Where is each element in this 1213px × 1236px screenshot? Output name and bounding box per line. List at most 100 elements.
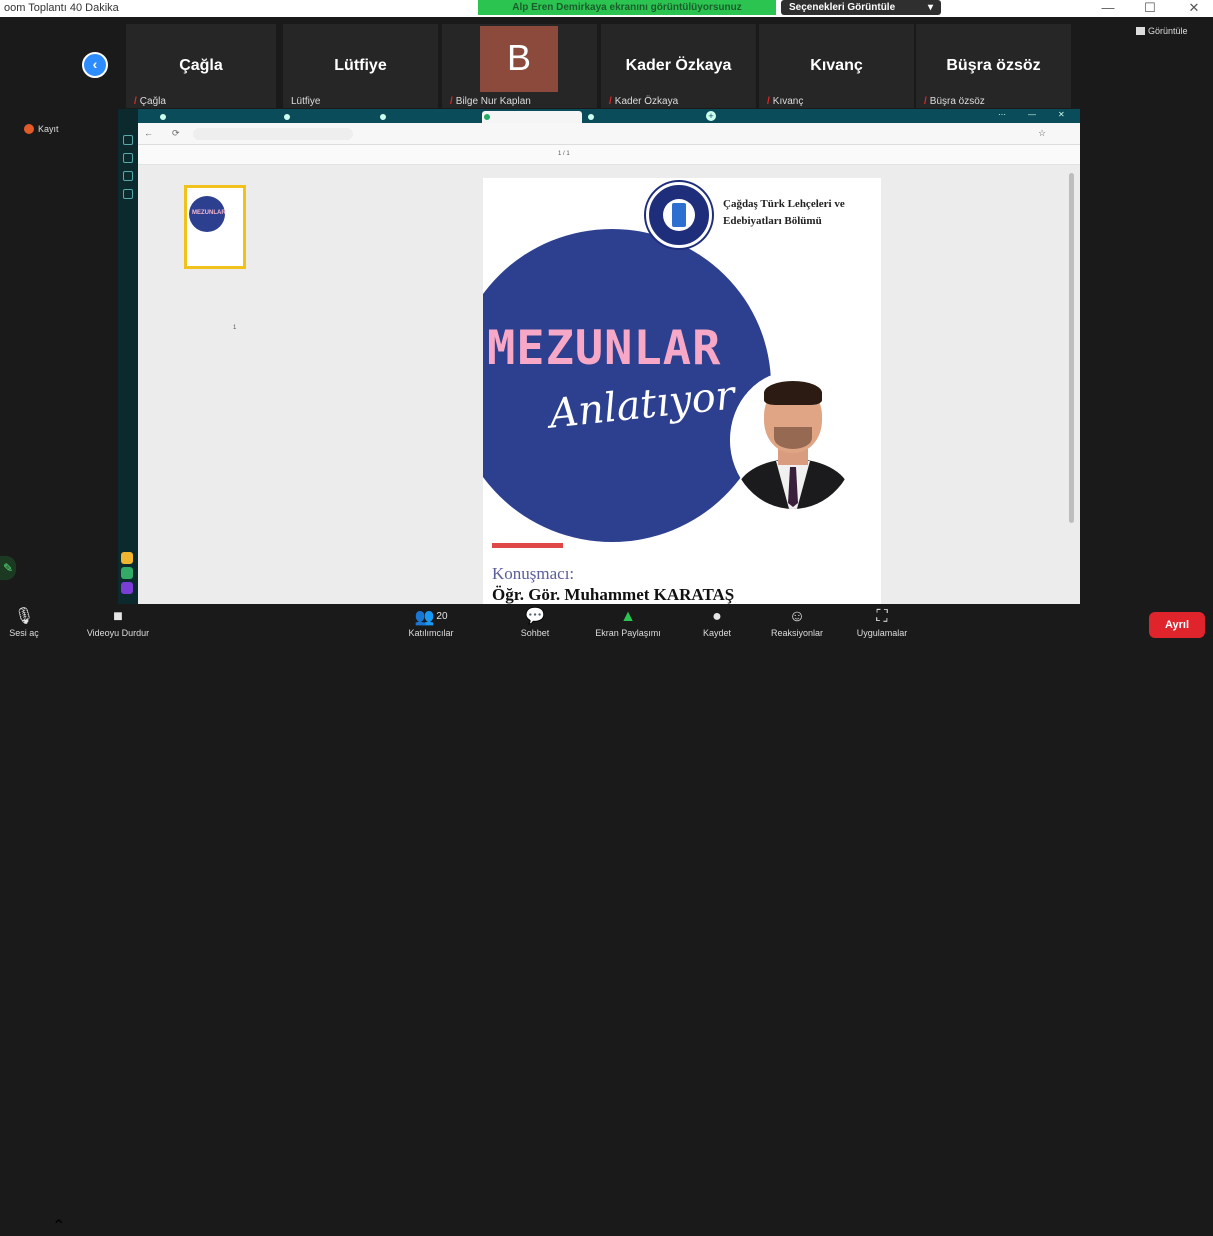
department-name: Çağdaş Türk Lehçeleri ve Edebiyatları Bö…	[723, 198, 845, 227]
pdf-thumbnail-pane: MEZUNLAR 1	[138, 165, 288, 604]
apps-icon: ⛶	[876, 608, 888, 625]
pdf-page: Çağdaş Türk Lehçeleri ve Edebiyatları Bö…	[483, 178, 881, 604]
sidebar-icon[interactable]	[123, 135, 133, 145]
record-button[interactable]: ● Kaydet	[690, 606, 744, 638]
apps-button[interactable]: ⛶ Uygulamalar	[842, 606, 922, 638]
participant-tile[interactable]: Kıvanç / Kıvanç	[759, 24, 914, 108]
participant-name: Çağla	[179, 57, 223, 74]
stop-video-label: Videoyu Durdur	[86, 628, 150, 638]
browser-minimize-button[interactable]: —	[1028, 110, 1036, 119]
pdf-thumbnail[interactable]: MEZUNLAR	[184, 185, 246, 269]
participant-name: Kıvanç	[810, 57, 863, 74]
previous-page-button[interactable]: ‹	[82, 52, 108, 78]
participant-tile[interactable]: Çağla / Çağla	[126, 24, 276, 108]
gallery-view-button[interactable]: Görüntüle	[1136, 26, 1188, 36]
audio-options-caret[interactable]: ⌃	[52, 1216, 65, 1236]
participant-name: Lütfiye	[334, 57, 387, 74]
participants-button[interactable]: 👥 20 Katılımcılar	[396, 606, 466, 638]
speaker-name: Öğr. Gör. Muhammet KARATAŞ	[492, 585, 735, 604]
tab-favicon	[160, 114, 166, 120]
participant-tile[interactable]: Lütfiye Lütfiye	[283, 24, 438, 108]
close-button[interactable]: ✕	[1184, 0, 1204, 16]
meeting-toolbar: 🎙 Sesi aç ⌃ ■ Videoyu Durdur 👥 20 Katılım…	[0, 604, 1213, 1235]
record-icon: ●	[712, 608, 722, 625]
screen-share-banner: Alp Eren Demirkaya ekranını görüntülüyor…	[478, 0, 776, 15]
browser-close-button[interactable]: ✕	[1058, 110, 1065, 119]
share-screen-icon: ▲	[620, 608, 636, 625]
stop-video-button[interactable]: ■ Videoyu Durdur	[72, 606, 164, 638]
video-camera-icon: ■	[113, 608, 123, 625]
reactions-button[interactable]: ☺ Reaksiyonlar	[758, 606, 836, 638]
divider	[492, 543, 563, 548]
browser-menu-button[interactable]: ⋯	[998, 110, 1006, 119]
participant-label: / Büşra özsöz	[924, 96, 985, 107]
pdf-page-indicator[interactable]: 1 / 1	[558, 151, 570, 157]
minimize-button[interactable]: —	[1098, 0, 1118, 15]
browser-tab[interactable]	[586, 111, 696, 123]
mic-muted-icon: /	[450, 96, 453, 107]
reaction-smiley-icon: ☺	[788, 608, 806, 625]
participant-label: / Kader Özkaya	[609, 96, 679, 107]
participant-tile[interactable]: Kader Özkaya / Kader Özkaya	[601, 24, 756, 108]
apps-label: Uygulamalar	[856, 628, 908, 638]
participant-name: Büşra özsöz	[946, 57, 1041, 74]
unmute-label: Sesi aç	[9, 628, 39, 638]
poster-headline: MEZUNLAR	[487, 321, 722, 376]
speaker-label: Konuşmacı:	[492, 564, 575, 583]
university-logo	[646, 182, 712, 248]
sidebar-icon[interactable]	[123, 189, 133, 199]
record-label: Kaydet	[702, 628, 732, 638]
browser-tab[interactable]	[282, 111, 374, 123]
reactions-label: Reaksiyonlar	[770, 628, 824, 638]
tab-favicon	[380, 114, 386, 120]
browser-sidebar	[118, 109, 138, 604]
participant-count: 20	[436, 611, 448, 622]
scrollbar[interactable]	[1069, 173, 1074, 523]
url-input[interactable]	[193, 128, 353, 140]
unmute-button[interactable]: 🎙 Sesi aç	[0, 606, 48, 638]
app-icon[interactable]	[121, 567, 133, 579]
speaker-photo	[730, 371, 856, 509]
new-tab-button[interactable]: +	[706, 111, 716, 121]
participant-label: / Bilge Nur Kaplan	[450, 96, 531, 107]
annotate-pen-icon[interactable]: ✎	[0, 556, 16, 580]
participant-label: / Kıvanç	[767, 96, 804, 107]
browser-tab-bar: + ⋯ — ✕	[138, 109, 1080, 123]
reload-icon[interactable]: ⟳	[172, 128, 180, 139]
browser-tab-active[interactable]	[482, 111, 582, 123]
chat-button[interactable]: 💬 Sohbet	[510, 606, 560, 638]
window-title-bar: oom Toplantı 40 Dakika Alp Eren Demirkay…	[0, 0, 1213, 17]
window-title: oom Toplantı 40 Dakika	[4, 2, 119, 14]
maximize-button[interactable]: ☐	[1140, 0, 1160, 16]
sidebar-icon[interactable]	[123, 171, 133, 181]
mic-muted-icon: /	[924, 96, 927, 107]
grid-icon	[1136, 27, 1145, 35]
chat-label: Sohbet	[520, 628, 550, 638]
view-options-button[interactable]: Seçenekleri Görüntüle ▾	[781, 0, 941, 15]
avatar: B	[480, 26, 558, 92]
address-bar: ← ⟳ ☆	[138, 123, 1080, 145]
view-options-label: Seçenekleri Görüntüle	[789, 2, 896, 13]
chat-icon: 💬	[525, 608, 545, 625]
sidebar-apps	[121, 552, 135, 602]
participants-icon: 👥 20	[414, 609, 448, 626]
share-screen-button[interactable]: ▲ Ekran Paylaşımı	[584, 606, 672, 638]
chevron-down-icon: ▾	[927, 2, 933, 13]
leave-meeting-button[interactable]: Ayrıl	[1149, 612, 1205, 638]
browser-tab[interactable]	[158, 111, 278, 123]
thumbnail-title: MEZUNLAR	[192, 210, 226, 216]
tab-favicon	[588, 114, 594, 120]
mic-muted-icon: /	[609, 96, 612, 107]
tab-favicon	[484, 114, 490, 120]
sidebar-icon[interactable]	[123, 153, 133, 163]
recording-indicator[interactable]: Kayıt	[24, 124, 59, 134]
app-icon[interactable]	[121, 582, 133, 594]
back-arrow-icon[interactable]: ←	[144, 128, 153, 138]
participant-tile[interactable]: Büşra özsöz / Büşra özsöz	[916, 24, 1071, 108]
app-icon[interactable]	[121, 552, 133, 564]
share-screen-label: Ekran Paylaşımı	[595, 628, 661, 638]
browser-tab[interactable]	[378, 111, 478, 123]
thumbnail-page-number: 1	[233, 325, 237, 331]
bookmark-star-icon[interactable]: ☆	[1038, 128, 1046, 139]
tab-favicon	[284, 114, 290, 120]
